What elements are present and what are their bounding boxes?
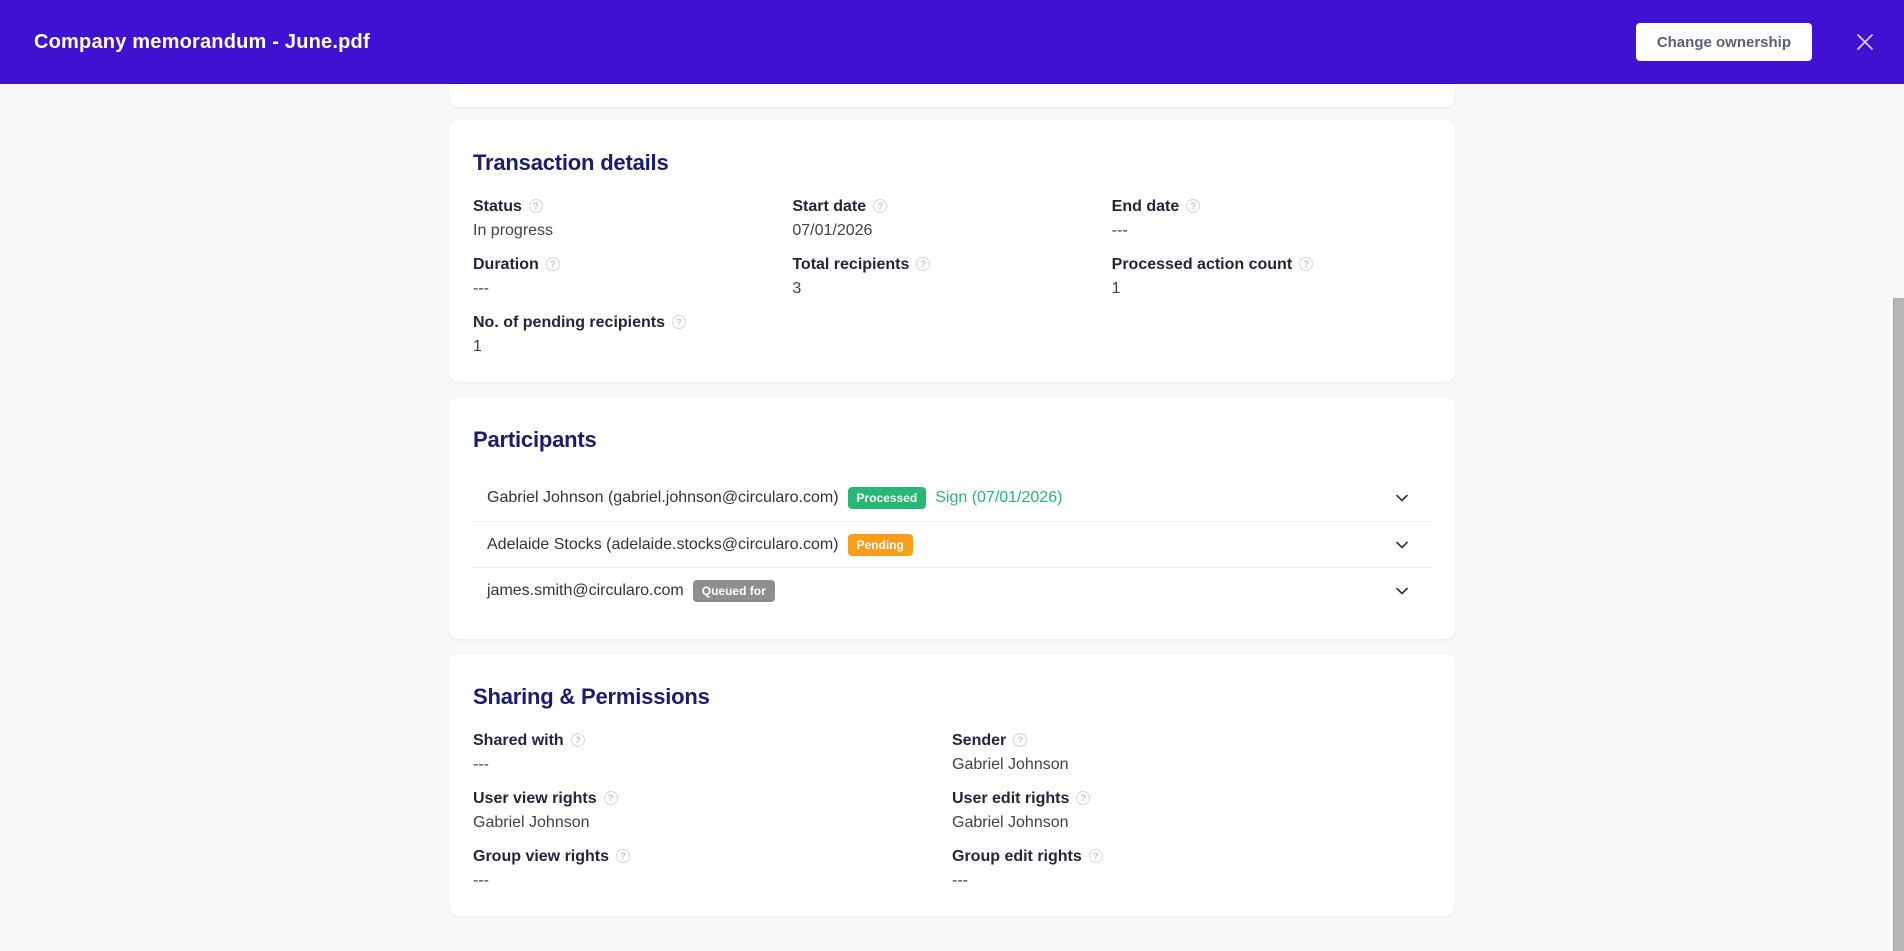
status-badge-processed: Processed (848, 487, 927, 509)
participant-row-james-smith[interactable]: james.smith@circularo.com Queued for (473, 567, 1431, 613)
vertical-scrollbar-thumb[interactable] (1893, 298, 1904, 951)
content-column: Transaction details Status? In progress … (449, 84, 1455, 916)
field-status: Status? In progress (473, 198, 792, 240)
help-icon: ? (916, 257, 930, 271)
chevron-down-icon[interactable] (1393, 582, 1411, 600)
change-ownership-button[interactable]: Change ownership (1636, 23, 1812, 61)
partial-card-above (449, 84, 1455, 107)
field-start-date-label: Start date (792, 198, 866, 216)
field-processed-action-count: Processed action count? 1 (1112, 256, 1431, 298)
field-shared-with: Shared with? --- (473, 732, 952, 774)
field-user-edit-rights-value: Gabriel Johnson (952, 814, 1431, 832)
transaction-details-heading: Transaction details (473, 150, 1431, 176)
header-actions: Change ownership (1636, 23, 1876, 61)
help-icon: ? (529, 199, 543, 213)
field-group-edit-rights: Group edit rights? --- (952, 848, 1431, 890)
field-user-edit-rights: User edit rights? Gabriel Johnson (952, 790, 1431, 832)
header-bar: Company memorandum - June.pdf Change own… (0, 0, 1904, 84)
field-shared-with-value: --- (473, 756, 952, 774)
field-end-date-label: End date (1112, 198, 1180, 216)
close-icon[interactable] (1854, 31, 1876, 53)
field-processed-action-count-label: Processed action count (1112, 256, 1293, 274)
field-total-recipients-value: 3 (792, 280, 1111, 298)
field-group-view-rights: Group view rights? --- (473, 848, 952, 890)
field-shared-with-label: Shared with (473, 732, 564, 750)
chevron-down-icon[interactable] (1393, 536, 1411, 554)
field-user-view-rights-value: Gabriel Johnson (473, 814, 952, 832)
field-pending-recipients: No. of pending recipients? 1 (473, 314, 792, 356)
sharing-permissions-heading: Sharing & Permissions (473, 684, 1431, 710)
chevron-down-icon[interactable] (1393, 489, 1411, 507)
help-icon: ? (1076, 791, 1090, 805)
field-user-view-rights: User view rights? Gabriel Johnson (473, 790, 952, 832)
sharing-permissions-card: Sharing & Permissions Shared with? --- S… (449, 654, 1455, 916)
field-duration-value: --- (473, 280, 792, 298)
sharing-permissions-grid: Shared with? --- Sender? Gabriel Johnson… (473, 732, 1431, 890)
transaction-details-card: Transaction details Status? In progress … (449, 120, 1455, 382)
participant-action: Sign (07/01/2026) (935, 489, 1062, 507)
participants-list: Gabriel Johnson (gabriel.johnson@circula… (473, 475, 1431, 613)
field-end-date-value: --- (1112, 222, 1431, 240)
field-sender-label: Sender (952, 732, 1006, 750)
field-group-edit-rights-label: Group edit rights (952, 848, 1082, 866)
help-icon: ? (571, 733, 585, 747)
field-total-recipients: Total recipients? 3 (792, 256, 1111, 298)
field-user-view-rights-label: User view rights (473, 790, 597, 808)
help-icon: ? (1186, 199, 1200, 213)
field-group-edit-rights-value: --- (952, 872, 1431, 890)
participant-name: james.smith@circularo.com (487, 582, 684, 600)
help-icon: ? (873, 199, 887, 213)
field-duration: Duration? --- (473, 256, 792, 298)
help-icon: ? (1013, 733, 1027, 747)
participant-row-gabriel-johnson[interactable]: Gabriel Johnson (gabriel.johnson@circula… (473, 475, 1431, 521)
field-user-edit-rights-label: User edit rights (952, 790, 1069, 808)
participant-name: Adelaide Stocks (adelaide.stocks@circula… (487, 536, 839, 554)
field-end-date: End date? --- (1112, 198, 1431, 240)
participants-heading: Participants (473, 427, 1431, 453)
field-pending-recipients-label: No. of pending recipients (473, 314, 665, 332)
document-title: Company memorandum - June.pdf (34, 31, 370, 54)
field-duration-label: Duration (473, 256, 539, 274)
field-processed-action-count-value: 1 (1112, 280, 1431, 298)
field-status-label: Status (473, 198, 522, 216)
field-start-date-value: 07/01/2026 (792, 222, 1111, 240)
field-status-value: In progress (473, 222, 792, 240)
status-badge-pending: Pending (848, 534, 913, 556)
help-icon: ? (1089, 849, 1103, 863)
status-badge-queued: Queued for (693, 580, 775, 602)
participant-name: Gabriel Johnson (gabriel.johnson@circula… (487, 489, 839, 507)
content-area: Transaction details Status? In progress … (0, 84, 1904, 951)
transaction-details-grid: Status? In progress Start date? 07/01/20… (473, 198, 1431, 356)
participant-row-adelaide-stocks[interactable]: Adelaide Stocks (adelaide.stocks@circula… (473, 521, 1431, 567)
field-group-view-rights-value: --- (473, 872, 952, 890)
field-sender: Sender? Gabriel Johnson (952, 732, 1431, 774)
field-sender-value: Gabriel Johnson (952, 756, 1431, 774)
field-pending-recipients-value: 1 (473, 338, 792, 356)
field-group-view-rights-label: Group view rights (473, 848, 609, 866)
field-start-date: Start date? 07/01/2026 (792, 198, 1111, 240)
help-icon: ? (546, 257, 560, 271)
help-icon: ? (616, 849, 630, 863)
help-icon: ? (604, 791, 618, 805)
help-icon: ? (1299, 257, 1313, 271)
help-icon: ? (672, 315, 686, 329)
field-total-recipients-label: Total recipients (792, 256, 909, 274)
participants-card: Participants Gabriel Johnson (gabriel.jo… (449, 397, 1455, 639)
